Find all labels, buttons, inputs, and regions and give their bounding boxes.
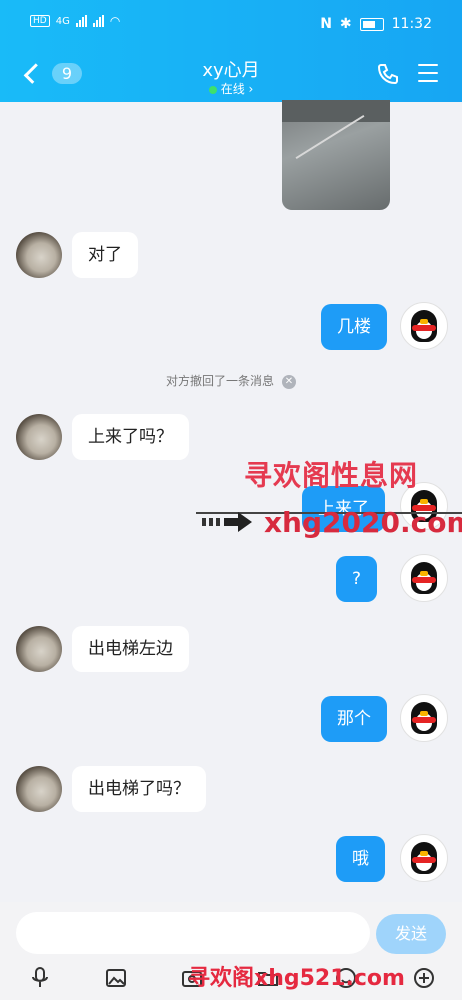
message-bubble-out[interactable]: 哦 [336, 836, 385, 882]
avatar-self[interactable] [400, 694, 448, 742]
composer: 发送 寻欢阁xhg521.com [0, 902, 462, 1000]
signal-icon [75, 15, 87, 27]
status-bar: HD 4G ◠ N ✱ 11:32 [0, 10, 462, 38]
message-bubble-out[interactable]: 几楼 [321, 304, 387, 350]
message-bubble-in[interactable]: 出电梯左边 [72, 626, 189, 672]
avatar[interactable] [16, 414, 62, 460]
avatar-self[interactable] [400, 554, 448, 602]
avatar[interactable] [16, 232, 62, 278]
wifi-icon: ◠ [109, 14, 121, 28]
message-bubble-in[interactable]: 出电梯了吗？ [72, 766, 206, 812]
send-button[interactable]: 发送 [376, 914, 446, 954]
bluetooth-icon: ✱ [339, 16, 352, 32]
avatar[interactable] [16, 766, 62, 812]
arrow-icon [202, 512, 252, 532]
voice-icon[interactable] [28, 966, 52, 990]
online-dot-icon [208, 85, 217, 94]
message-bubble-in[interactable]: 上来了吗？ [72, 414, 189, 460]
battery-icon [359, 17, 384, 31]
watermark-url: xhg2020.com [264, 506, 462, 539]
message-input[interactable] [16, 912, 370, 954]
message-bubble-out[interactable]: ? [336, 556, 378, 602]
watermark-bottom: 寻欢阁xhg521.com [188, 966, 405, 991]
system-text: 对方撤回了一条消息 [165, 374, 274, 388]
avatar[interactable] [16, 626, 62, 672]
watermark-text: 寻欢阁性息网 [244, 459, 419, 492]
nfc-icon: N [320, 16, 332, 32]
close-icon[interactable]: ✕ [282, 374, 296, 389]
nav-bar: 9 xy心月 在线 › [0, 48, 462, 98]
online-label: 在线 › [220, 82, 254, 96]
signal-icon-2 [92, 15, 104, 27]
image-message[interactable] [282, 100, 390, 210]
menu-icon[interactable] [418, 64, 438, 82]
message-bubble-out[interactable]: 那个 [321, 696, 387, 742]
plus-icon[interactable] [412, 966, 436, 990]
image-icon[interactable] [104, 966, 128, 990]
chat-header: HD 4G ◠ N ✱ 11:32 9 xy心月 在线 › [0, 0, 462, 102]
avatar-self[interactable] [400, 834, 448, 882]
time: 11:32 [391, 16, 432, 32]
sim-icon: HD [30, 15, 50, 27]
message-bubble-in[interactable]: 对了 [72, 232, 138, 278]
network-label: 4G [55, 15, 70, 27]
system-message: 对方撤回了一条消息 ✕ [0, 372, 462, 389]
phone-icon[interactable] [376, 62, 400, 86]
avatar-self[interactable] [400, 302, 448, 350]
